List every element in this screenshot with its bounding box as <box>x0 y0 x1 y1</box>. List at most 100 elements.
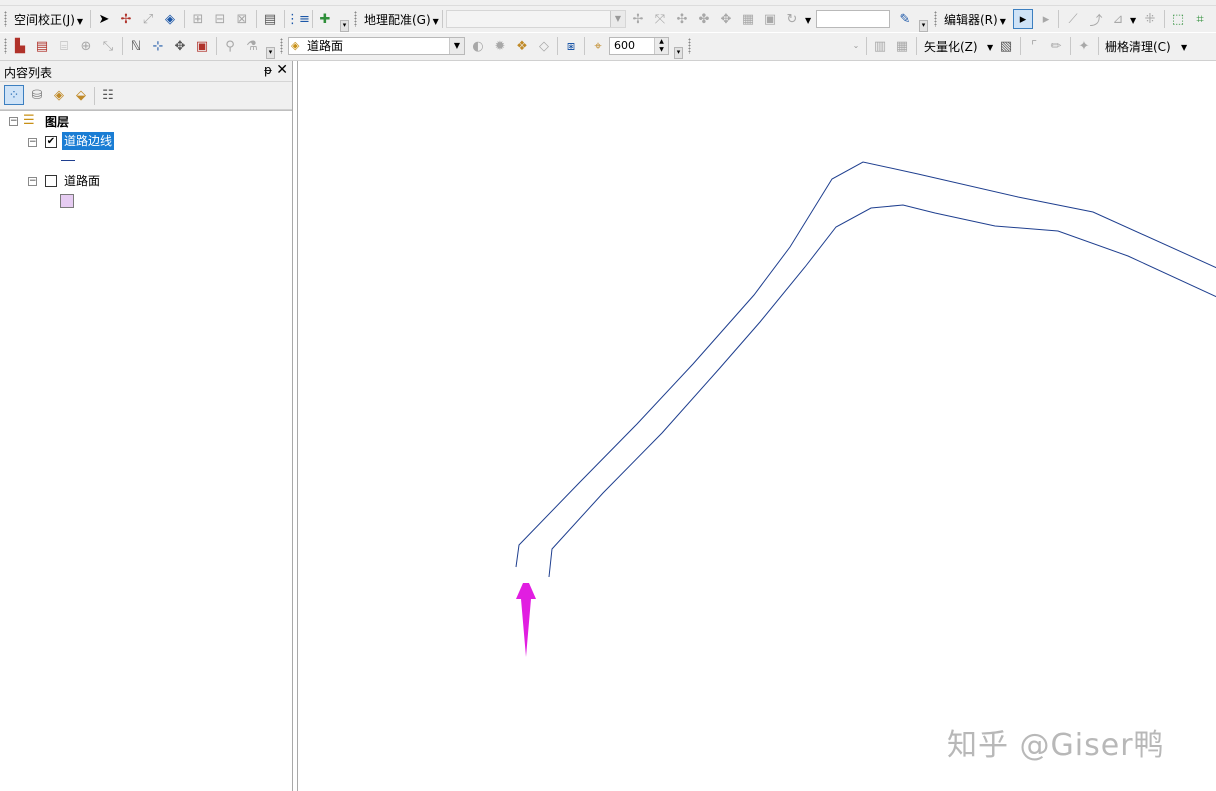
snapping-options-icon[interactable]: ◇ <box>534 36 554 56</box>
spatial-adjust-menu[interactable]: 空间校正(J) ▼ <box>14 11 83 28</box>
toolbar-grip[interactable] <box>934 11 937 27</box>
delete-link-icon[interactable]: ✤ <box>694 9 714 29</box>
add-control-point-icon[interactable]: ✢ <box>628 9 648 29</box>
pencil-icon[interactable]: ✏ <box>1046 36 1066 56</box>
toolbar-overflow-button[interactable]: ▾ <box>919 20 928 32</box>
show-shared-features-icon[interactable]: ⊕ <box>76 36 96 56</box>
select-link-icon[interactable]: ⤧ <box>650 9 670 29</box>
toolbar-grip[interactable] <box>280 38 283 54</box>
spinner-arrows[interactable]: ▲ ▼ <box>654 38 668 54</box>
toolbar-overflow-button[interactable]: ▾ <box>674 47 683 59</box>
target-layer-dropdown[interactable]: ◈ 道路面 ▼ <box>288 37 465 55</box>
map-canvas <box>515 161 1216 657</box>
georeferencing-menu[interactable]: 地理配准(G) ▼ <box>364 11 439 28</box>
topology-edit-icon[interactable]: ⌸ <box>54 36 74 56</box>
construction-dropdown[interactable]: ▼ <box>1128 12 1136 26</box>
end-point-arc-icon[interactable]: ⤴ <box>1086 9 1106 29</box>
view-link-table-icon[interactable]: ▦ <box>738 9 758 29</box>
list-by-source-icon[interactable]: ⛁ <box>27 85 47 105</box>
layers-icon: ☰ <box>23 113 35 128</box>
toolbar-grip[interactable] <box>4 11 7 27</box>
rotate-icon[interactable]: ↻ <box>782 9 802 29</box>
edit-annotation-icon[interactable]: ▸ <box>1036 9 1056 29</box>
layer-visibility-checkbox[interactable]: ✔ <box>45 136 57 148</box>
auto-adjust-icon[interactable]: ✥ <box>716 9 736 29</box>
watermark-text: 知乎 @Giser鸭 <box>947 728 1165 763</box>
map-display[interactable]: 知乎 @Giser鸭 <box>297 61 1216 791</box>
layer-name-road-edge[interactable]: 道路边线 <box>62 132 115 150</box>
fill-symbol[interactable] <box>60 194 74 208</box>
raster-options-icon[interactable]: ⧆ <box>561 36 581 56</box>
toc-title: 内容列表 <box>4 66 53 80</box>
raster-cleanup-icon[interactable]: ⌜ <box>1024 36 1044 56</box>
georef-rotate-input[interactable] <box>816 10 890 28</box>
new-identity-link-icon[interactable]: ⊞ <box>188 9 208 29</box>
toolbar-overflow-button[interactable]: ▾ <box>340 20 349 32</box>
split-tool-icon[interactable]: ⁜ <box>1140 9 1160 29</box>
raster-cleanup-dropdown[interactable]: ▼ <box>1179 39 1187 53</box>
add-control-points-icon[interactable]: ✚ <box>315 9 335 29</box>
new-displacement-link-icon[interactable]: ✢ <box>116 9 136 29</box>
validate-topology-icon[interactable]: ▣ <box>192 36 212 56</box>
fit-display-icon[interactable]: ▣ <box>760 9 780 29</box>
collapse-icon[interactable]: − <box>28 138 37 147</box>
generalize-edge-icon[interactable]: ⊹ <box>148 36 168 56</box>
scale-spinner[interactable]: 600 ▲ ▼ <box>609 37 669 55</box>
vectorization-preview-icon[interactable]: ▦ <box>892 36 912 56</box>
editor-menu[interactable]: 编辑器(R) ▼ <box>944 11 1006 28</box>
pin-icon[interactable]: ᵽ <box>264 63 272 77</box>
raster-snapping-icon[interactable]: ❖ <box>512 36 532 56</box>
separator <box>1164 10 1165 28</box>
line-symbol[interactable] <box>61 160 75 161</box>
toolbar-overflow-button[interactable]: ▾ <box>266 47 275 59</box>
map-topology-icon[interactable]: ▤ <box>32 36 52 56</box>
clear-limited-area-icon[interactable]: ⊠ <box>232 9 252 29</box>
toc-root-label[interactable]: 图层 <box>45 113 69 130</box>
georeferencing-label: 地理配准(G) <box>364 13 431 27</box>
adjust-brightness-icon[interactable]: ◐ <box>468 36 488 56</box>
georef-layer-dropdown[interactable]: ▼ <box>446 10 626 28</box>
toolbar-grip[interactable] <box>354 11 357 27</box>
pencil-icon[interactable]: ✎ <box>895 9 915 29</box>
link-table-icon[interactable]: ▤ <box>260 9 280 29</box>
toolbar-grip[interactable] <box>4 38 7 54</box>
construct-features-icon[interactable]: ✥ <box>170 36 190 56</box>
vectorize-layer-dropdown[interactable]: ⌄ <box>694 37 864 55</box>
list-by-drawing-order-icon[interactable]: ⁘ <box>4 85 24 105</box>
select-elements-icon[interactable]: ➤ <box>94 9 114 29</box>
reshape-edge-icon[interactable]: ⤡ <box>98 36 118 56</box>
edit-vertices-icon[interactable]: ⬚ <box>1168 9 1188 29</box>
multi-displacement-icon[interactable]: ◈ <box>160 9 180 29</box>
options-icon[interactable]: ☷ <box>98 85 118 105</box>
straight-segment-icon[interactable]: ⟋ <box>1063 9 1083 29</box>
collapse-icon[interactable]: − <box>9 117 18 126</box>
vectorize-dropdown[interactable]: ▼ <box>985 39 993 53</box>
modify-link-icon[interactable]: ⤢ <box>138 9 158 29</box>
error-inspector-icon[interactable]: ⚗ <box>242 36 262 56</box>
vectorization-settings-icon[interactable]: ▥ <box>870 36 890 56</box>
edit-tool-icon[interactable]: ▸ <box>1013 9 1033 29</box>
layer-visibility-checkbox[interactable] <box>45 175 57 187</box>
vectorize-menu[interactable]: 矢量化(Z) <box>924 38 978 55</box>
rotate-dropdown[interactable]: ▼ <box>803 12 811 26</box>
erase-tool-icon[interactable]: ✦ <box>1074 36 1094 56</box>
reshape-feature-icon[interactable]: ⌗ <box>1190 9 1210 29</box>
adjust-contrast-icon[interactable]: ✹ <box>490 36 510 56</box>
adjust-preview-icon[interactable]: ⋮≡ <box>286 9 310 29</box>
construction-tools-icon[interactable]: ⊿ <box>1108 9 1128 29</box>
raster-cleanup-menu[interactable]: 栅格清理(C) <box>1105 38 1171 55</box>
zoom-to-link-icon[interactable]: ✣ <box>672 9 692 29</box>
topology-icon[interactable]: ▙ <box>10 36 30 56</box>
raster-painting-icon[interactable]: ▧ <box>996 36 1016 56</box>
collapse-icon[interactable]: − <box>28 177 37 186</box>
close-icon[interactable]: ✕ <box>276 62 288 78</box>
fix-topology-error-icon[interactable]: ⚲ <box>220 36 240 56</box>
list-by-visibility-icon[interactable]: ◈ <box>49 85 69 105</box>
maximum-width-icon[interactable]: ⌖ <box>588 36 608 56</box>
toolbar-grip[interactable] <box>688 38 691 54</box>
new-limited-area-icon[interactable]: ⊟ <box>210 9 230 29</box>
layer-name-road-surface[interactable]: 道路面 <box>64 172 100 189</box>
list-by-selection-icon[interactable]: ⬙ <box>71 85 91 105</box>
align-edge-icon[interactable]: ℕ <box>126 36 146 56</box>
separator <box>284 10 285 28</box>
